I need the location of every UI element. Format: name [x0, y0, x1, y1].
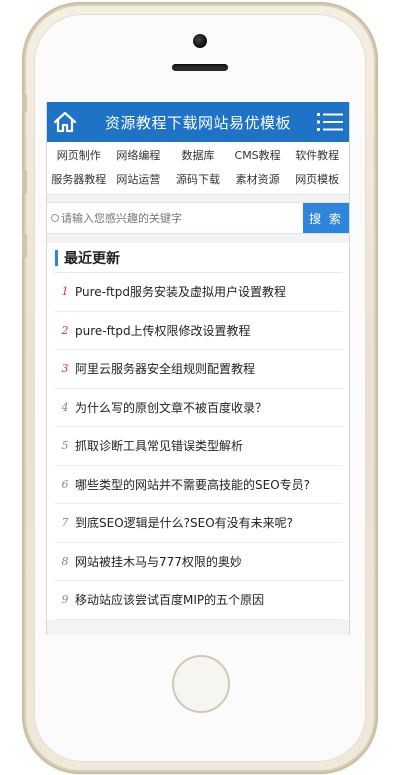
list-item[interactable]: 1 Pure-ftpd服务安装及虚拟用户设置教程	[55, 273, 343, 312]
rank-number: 7	[61, 516, 69, 530]
nav-item[interactable]: 网页模板	[287, 172, 347, 188]
search-bar: 请输入您感兴趣的关键字 搜 索	[47, 202, 349, 234]
article-link[interactable]: 到底SEO逻辑是什么?SEO有没有未来呢?	[75, 514, 293, 531]
article-link[interactable]: 为什么写的原创文章不被百度收录？	[75, 399, 267, 416]
nav-item[interactable]: 源码下载	[168, 172, 228, 188]
nav-item[interactable]: 软件教程	[287, 148, 347, 164]
category-nav: 网页制作 网络编程 数据库 CMS教程 软件教程 服务器教程 网站运营 源码下载…	[47, 142, 349, 195]
list-item[interactable]: 2 pure-ftpd上传权限修改设置教程	[55, 312, 343, 350]
search-icon	[51, 214, 59, 222]
hamburger-menu-icon[interactable]	[317, 111, 343, 133]
phone-screen: 资源教程下载网站易优模板 网页制作 网络编程 数据库 CMS教程 软件教程 服务…	[46, 102, 350, 635]
earpiece-speaker	[172, 64, 228, 71]
rank-number: 5	[61, 439, 69, 453]
search-placeholder: 请输入您感兴趣的关键字	[61, 212, 182, 225]
volume-up-button	[22, 170, 27, 194]
search-button[interactable]: 搜 索	[303, 203, 349, 233]
article-link[interactable]: 哪些类型的网站并不需要高技能的SEO专员?	[75, 476, 310, 493]
recent-updates-header: 最近更新	[55, 243, 343, 273]
nav-item[interactable]: 数据库	[168, 148, 228, 164]
section-accent-bar	[55, 249, 58, 266]
rank-number: 9	[61, 593, 69, 607]
nav-item[interactable]: 网页制作	[49, 148, 109, 164]
site-title: 资源教程下载网站易优模板	[104, 113, 291, 132]
article-link[interactable]: Pure-ftpd服务安装及虚拟用户设置教程	[75, 283, 286, 300]
home-icon[interactable]	[53, 111, 77, 133]
nav-item[interactable]: 网站运营	[109, 172, 169, 188]
nav-item[interactable]: CMS教程	[228, 148, 288, 164]
article-link[interactable]: pure-ftpd上传权限修改设置教程	[75, 322, 251, 339]
list-item[interactable]: 3 阿里云服务器安全组规则配置教程	[55, 350, 343, 389]
mute-switch	[22, 94, 27, 112]
home-button	[172, 655, 230, 713]
nav-item[interactable]: 素材资源	[228, 172, 288, 188]
rank-number: 6	[61, 477, 69, 491]
rank-number: 4	[61, 400, 69, 414]
rank-number: 1	[61, 285, 69, 299]
nav-item[interactable]: 服务器教程	[49, 172, 109, 188]
section-title: 最近更新	[64, 250, 120, 267]
front-camera-icon	[193, 34, 207, 48]
nav-item[interactable]: 网络编程	[109, 148, 169, 164]
article-link[interactable]: 抓取诊断工具常见错误类型解析	[75, 437, 243, 454]
list-item[interactable]: 4 为什么写的原创文章不被百度收录？	[55, 389, 343, 427]
list-item[interactable]: 6 哪些类型的网站并不需要高技能的SEO专员?	[55, 466, 343, 504]
rank-number: 2	[61, 323, 69, 337]
article-link[interactable]: 阿里云服务器安全组规则配置教程	[75, 360, 255, 377]
recent-updates: 最近更新 1 Pure-ftpd服务安装及虚拟用户设置教程 2 pure-ftpd上…	[47, 243, 349, 620]
rank-number: 8	[61, 554, 69, 568]
search-input[interactable]: 请输入您感兴趣的关键字	[47, 203, 303, 233]
site-header: 资源教程下载网站易优模板	[47, 102, 349, 142]
volume-down-button	[22, 234, 27, 258]
list-item[interactable]: 7 到底SEO逻辑是什么?SEO有没有未来呢?	[55, 504, 343, 543]
article-link[interactable]: 移动站应该尝试百度MIP的五个原因	[75, 591, 264, 608]
list-item[interactable]: 9 移动站应该尝试百度MIP的五个原因	[55, 581, 343, 620]
article-link[interactable]: 网站被挂木马与777权限的奥妙	[75, 553, 242, 570]
rank-number: 3	[61, 362, 69, 376]
list-item[interactable]: 5 抓取诊断工具常见错误类型解析	[55, 427, 343, 466]
list-item[interactable]: 8 网站被挂木马与777权限的奥妙	[55, 543, 343, 581]
